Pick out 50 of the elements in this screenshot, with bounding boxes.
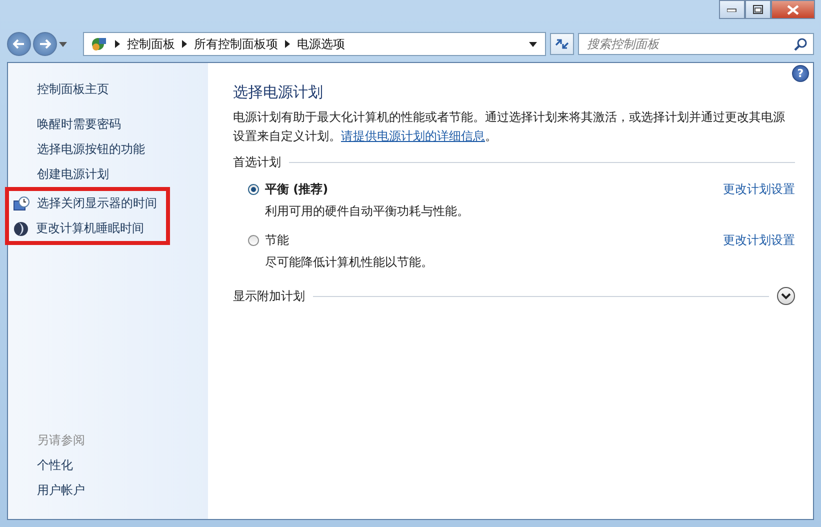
breadcrumb-item[interactable]: 电源选项 [297,36,345,52]
sidebar-link[interactable]: 选择关闭显示器的时间 [37,191,157,216]
breadcrumb-item[interactable]: 控制面板 [127,36,175,52]
section-heading: 另请参阅 [36,432,86,449]
chevron-down-icon [781,292,791,300]
control-panel-icon [90,36,108,52]
sidebar-link[interactable]: 更改计算机睡眠时间 [36,216,144,241]
plan-name: 平衡 (推荐) [265,181,328,198]
plan-name: 节能 [265,232,289,249]
maximize-icon [753,5,763,14]
maximize-button[interactable] [745,0,771,19]
radio-button[interactable] [248,184,259,195]
refresh-icon [554,38,570,50]
details-link[interactable]: 请提供电源计划的详细信息 [341,129,485,143]
address-bar[interactable]: 控制面板 所有控制面板项 电源选项 [83,32,546,56]
sidebar-link[interactable]: 创建电源计划 [37,162,109,187]
page-title: 选择电源计划 [233,83,324,102]
section-heading: 首选计划 [233,154,281,171]
forward-arrow-icon [39,39,51,49]
search-field[interactable]: 搜索控制面板 [578,33,814,55]
sidebar-link[interactable]: 个性化 [8,453,208,478]
close-button[interactable] [771,0,815,19]
sidebar-link[interactable]: 控制面板主页 [8,77,208,102]
sidebar-link[interactable]: 唤醒时需要密码 [37,112,121,137]
refresh-button[interactable] [550,33,574,55]
chevron-right-icon [182,40,187,48]
change-plan-link[interactable]: 更改计划设置 [723,181,795,198]
help-button[interactable]: ? [792,65,809,82]
section-heading: 显示附加计划 [233,288,305,304]
sidebar-link[interactable]: 选择电源按钮的功能 [37,137,145,162]
plan-description: 尽可能降低计算机性能以节能。 [264,254,434,271]
search-icon [794,38,807,51]
radio-button[interactable] [248,235,259,246]
intro-paragraph: 电源计划有助于最大化计算机的性能或者节能。通过选择计划来将其激活，或选择计划并通过更改其电源设置来自定义计划。请提供电源计划的详细信息。 [233,109,786,145]
sidebar-link[interactable]: 用户帐户 [8,478,208,503]
monitor-clock-icon [13,196,30,212]
chevron-right-icon [285,40,290,48]
caret-icon[interactable] [529,42,537,46]
breadcrumb-item[interactable]: 所有控制面板项 [194,36,278,52]
forward-button[interactable] [33,32,57,56]
change-plan-link[interactable]: 更改计划设置 [723,232,795,249]
back-button[interactable] [7,32,31,56]
expand-button[interactable] [777,287,795,305]
minimize-icon [727,8,737,12]
chevron-right-icon [115,40,120,48]
plan-description: 利用可用的硬件自动平衡功耗与性能。 [264,203,470,220]
close-icon [787,4,799,14]
moon-icon [13,220,29,236]
minimize-button[interactable] [719,0,745,19]
back-arrow-icon [13,39,25,49]
